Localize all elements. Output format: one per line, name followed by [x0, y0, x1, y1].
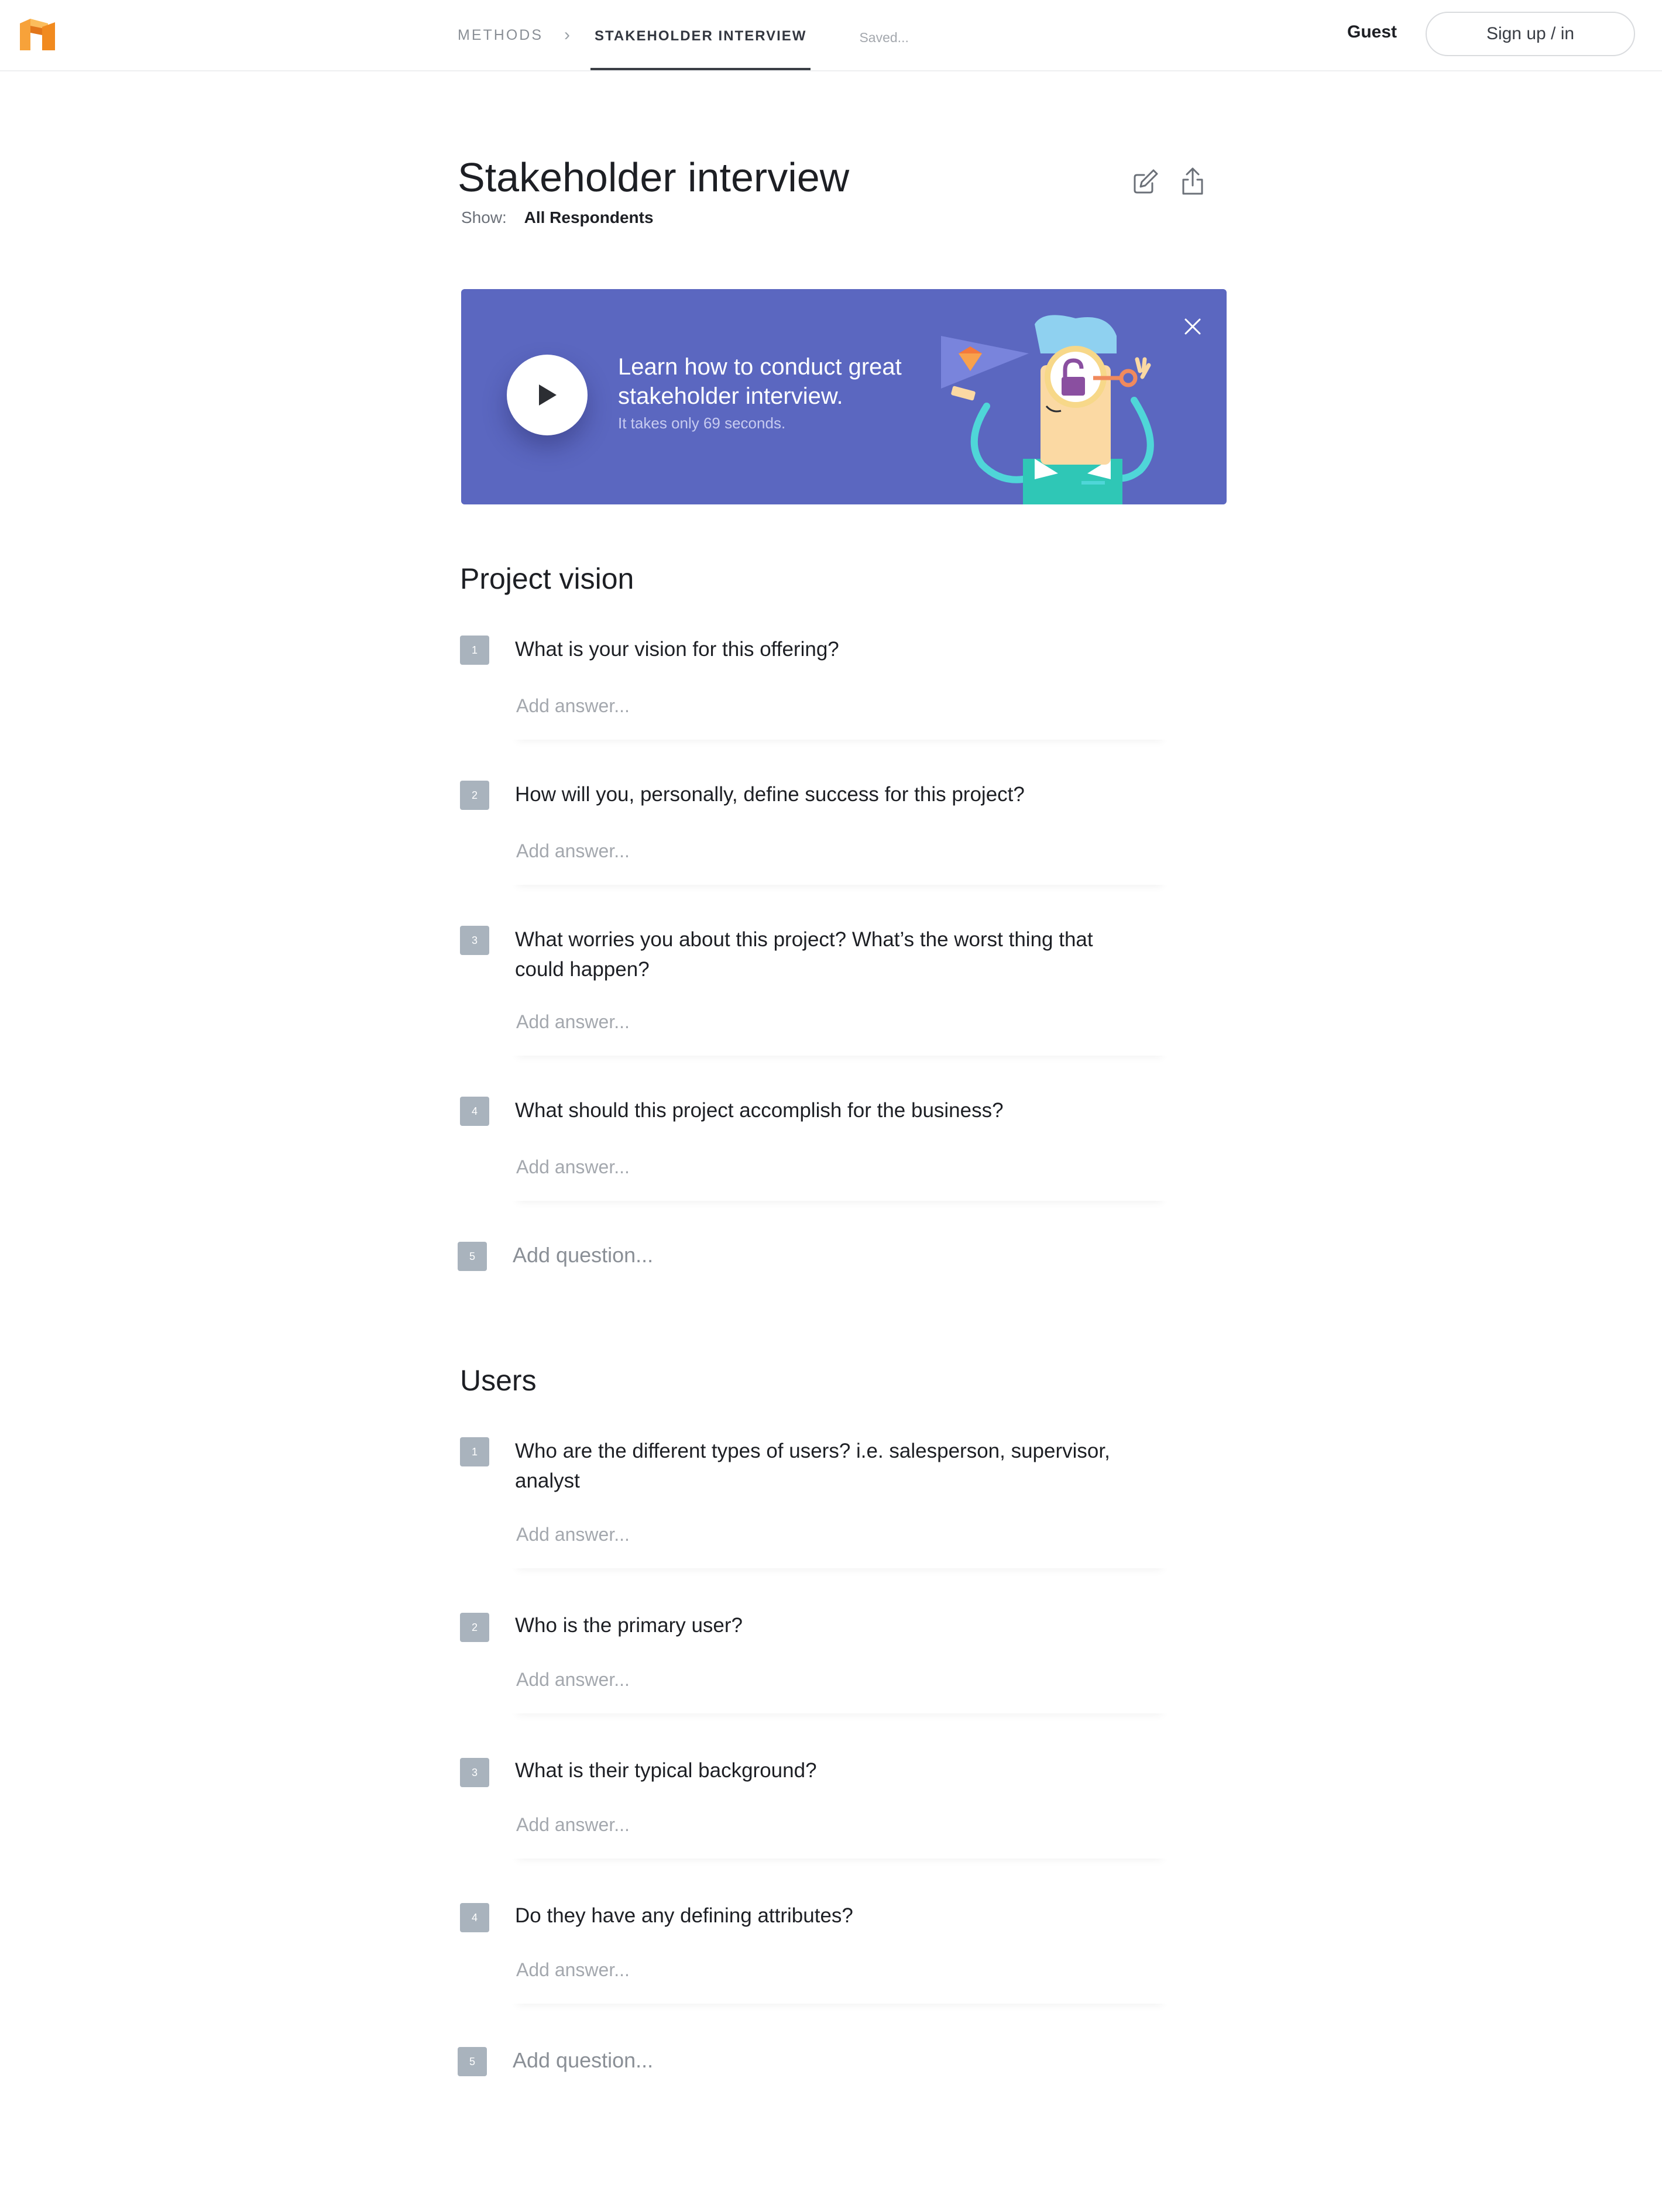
- question-number-badge: 2: [460, 1613, 489, 1642]
- breadcrumb-methods-link[interactable]: METHODS: [458, 27, 543, 44]
- banner-subtitle: It takes only 69 seconds.: [618, 414, 786, 432]
- answer-input[interactable]: Add answer...: [509, 695, 1170, 740]
- question-text[interactable]: What should this project accomplish for …: [515, 1095, 1165, 1125]
- question-number-badge: 4: [460, 1903, 489, 1932]
- banner-title: Learn how to conduct great stakeholder i…: [618, 354, 902, 409]
- section-title: Project vision: [460, 562, 634, 595]
- top-navigation-bar: METHODS › STAKEHOLDER INTERVIEW Saved...…: [0, 0, 1662, 71]
- question-number-badge: 5: [458, 1242, 487, 1271]
- close-banner-button[interactable]: [1181, 315, 1204, 338]
- breadcrumb: METHODS › STAKEHOLDER INTERVIEW Saved...: [458, 0, 909, 70]
- close-icon: [1184, 318, 1201, 335]
- question-text[interactable]: Who are the different types of users? i.…: [515, 1436, 1129, 1496]
- add-question-input[interactable]: Add question...: [513, 2048, 653, 2073]
- guest-user-label[interactable]: Guest: [1347, 22, 1397, 42]
- question-text[interactable]: What worries you about this project? Wha…: [515, 925, 1129, 984]
- app-logo[interactable]: [19, 18, 59, 53]
- save-status: Saved...: [859, 29, 909, 45]
- show-label: Show:: [461, 208, 507, 226]
- chevron-right-icon: ›: [564, 25, 570, 44]
- section-title: Users: [460, 1364, 537, 1397]
- question-number-badge: 3: [460, 926, 489, 955]
- stakeholder-illustration: [941, 315, 1154, 504]
- answer-input[interactable]: Add answer...: [509, 1959, 1170, 2004]
- page-title: Stakeholder interview: [458, 154, 850, 200]
- answer-input[interactable]: Add answer...: [509, 1011, 1170, 1056]
- breadcrumb-current-tab[interactable]: STAKEHOLDER INTERVIEW: [590, 0, 811, 70]
- sign-up-in-button[interactable]: Sign up / in: [1426, 12, 1635, 56]
- question-number-badge: 4: [460, 1097, 489, 1126]
- question-text[interactable]: How will you, personally, define success…: [515, 779, 1165, 809]
- question-number-badge: 3: [460, 1758, 489, 1787]
- tutorial-video-banner: Learn how to conduct great stakeholder i…: [461, 289, 1227, 504]
- play-icon: [539, 384, 557, 406]
- share-icon[interactable]: [1177, 166, 1208, 197]
- answer-input[interactable]: Add answer...: [509, 1524, 1170, 1568]
- add-question-input[interactable]: Add question...: [513, 1243, 653, 1268]
- respondent-filter: Show: All Respondents: [461, 208, 654, 227]
- question-text[interactable]: Who is the primary user?: [515, 1610, 1165, 1640]
- edit-icon[interactable]: [1131, 166, 1161, 197]
- respondent-filter-dropdown[interactable]: All Respondents: [524, 208, 654, 226]
- question-number-badge: 1: [460, 636, 489, 665]
- question-number-badge: 1: [460, 1437, 489, 1466]
- play-video-button[interactable]: [507, 355, 588, 435]
- answer-input[interactable]: Add answer...: [509, 1669, 1170, 1713]
- question-text[interactable]: Do they have any defining attributes?: [515, 1901, 1165, 1931]
- question-text[interactable]: What is their typical background?: [515, 1756, 1165, 1785]
- question-number-badge: 2: [460, 781, 489, 810]
- answer-input[interactable]: Add answer...: [509, 1814, 1170, 1859]
- answer-input[interactable]: Add answer...: [509, 840, 1170, 885]
- question-number-badge: 5: [458, 2047, 487, 2076]
- question-text[interactable]: What is your vision for this offering?: [515, 634, 1165, 664]
- answer-input[interactable]: Add answer...: [509, 1156, 1170, 1201]
